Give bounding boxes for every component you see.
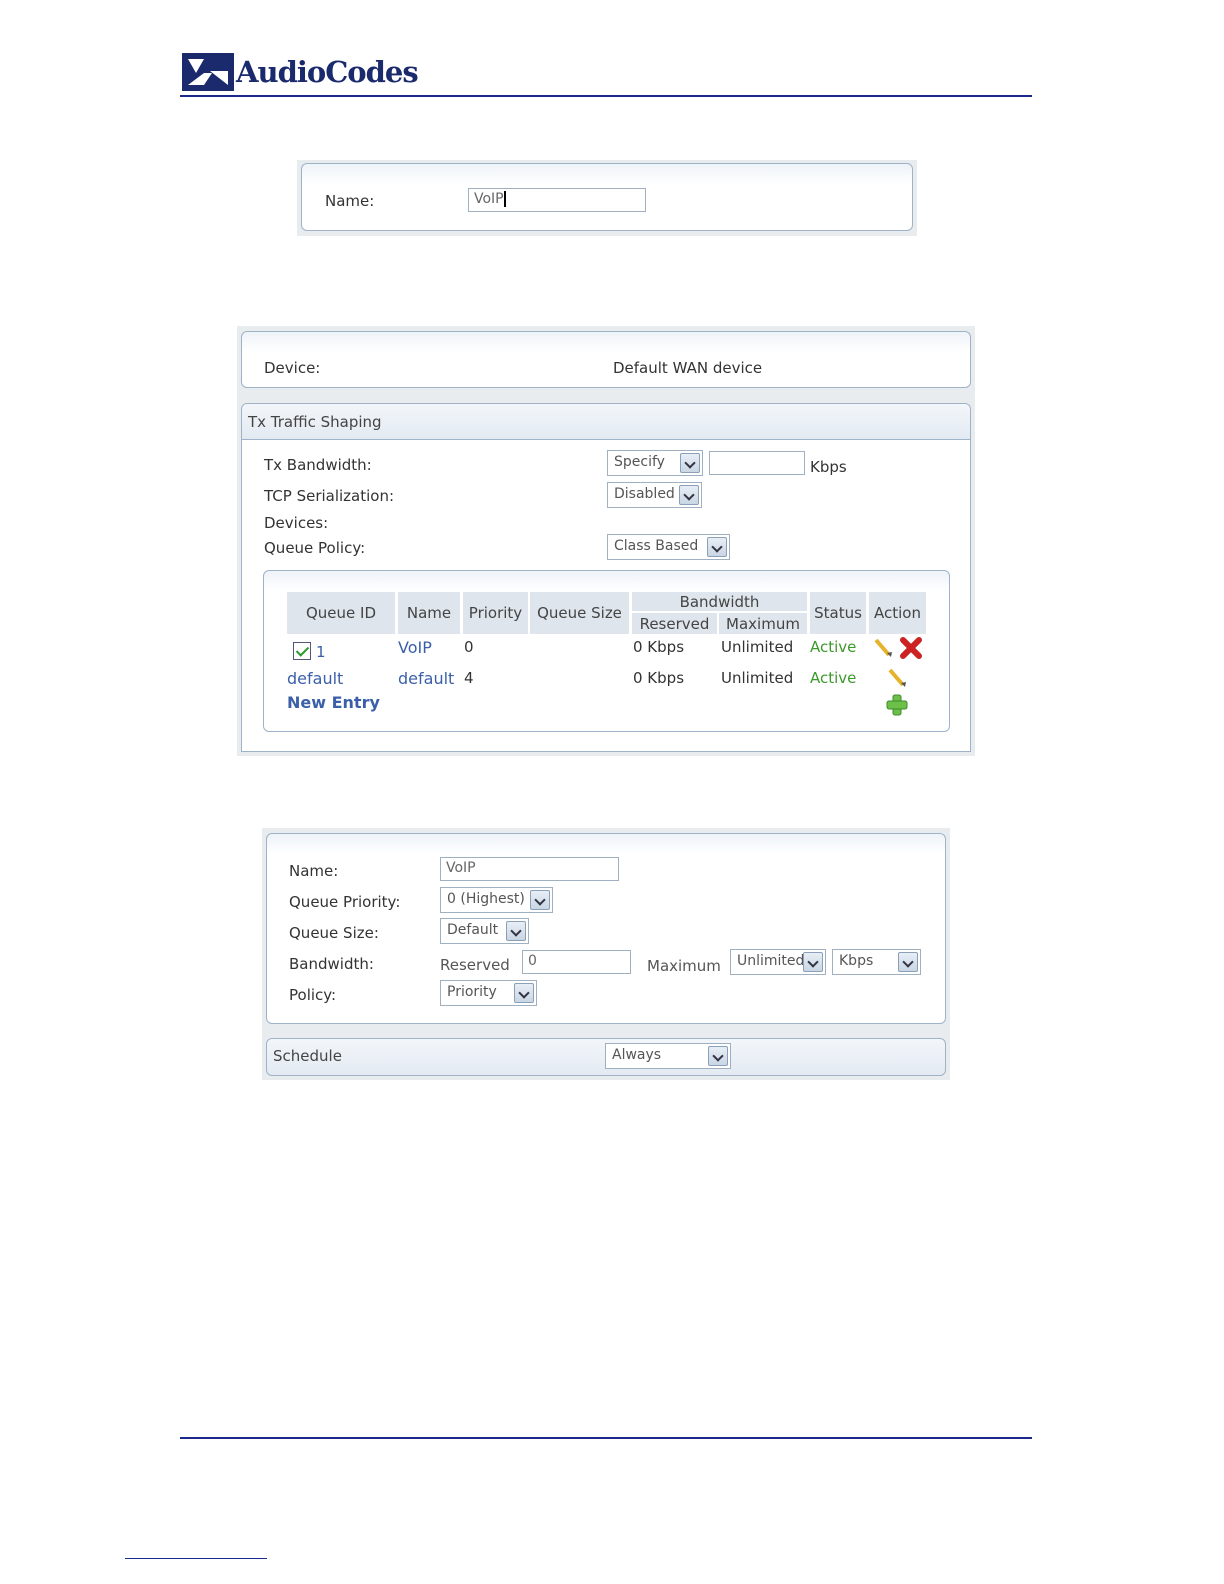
queue-name-input[interactable]: VoIP xyxy=(440,857,619,881)
schedule-label: Schedule xyxy=(273,1047,342,1065)
chevron-down-icon xyxy=(514,983,534,1003)
add-plus-icon[interactable] xyxy=(885,693,909,717)
tx-bandwidth-select-value: Specify xyxy=(614,454,665,470)
queue-priority-select-value: 0 (Highest) xyxy=(447,891,525,907)
row-priority: 4 xyxy=(464,669,474,687)
schedule-select-value: Always xyxy=(612,1047,662,1063)
queue-settings-panel: Name: VoIP Queue Priority: 0 (Highest) Q… xyxy=(266,833,946,1024)
header-name: Name xyxy=(398,592,460,634)
chevron-down-icon xyxy=(803,952,823,972)
company-name: AudioCodes xyxy=(236,55,419,89)
device-value: Default WAN device xyxy=(613,359,763,377)
company-logo: AudioCodes xyxy=(182,52,419,92)
row-queue-id[interactable]: default xyxy=(287,669,343,688)
row-maximum: Unlimited xyxy=(721,669,794,687)
row-status: Active xyxy=(810,669,857,687)
row-priority: 0 xyxy=(464,638,474,656)
queue-size-label: Queue Size: xyxy=(289,924,379,942)
row-name[interactable]: default xyxy=(398,669,454,688)
footnote-rule xyxy=(125,1558,267,1559)
bandwidth-unit-select-value: Kbps xyxy=(839,953,874,969)
devices-label: Devices: xyxy=(264,514,329,532)
audiocodes-logo-icon xyxy=(182,53,234,91)
chevron-down-icon xyxy=(707,537,727,557)
edit-pencil-icon[interactable] xyxy=(872,637,894,659)
tcp-serialization-select-value: Disabled xyxy=(614,486,675,502)
reserved-input[interactable]: 0 xyxy=(522,950,631,974)
bandwidth-label: Bandwidth: xyxy=(289,955,374,973)
new-entry-link[interactable]: New Entry xyxy=(287,693,380,712)
header-bandwidth: Bandwidth xyxy=(632,592,807,611)
policy-select-value: Priority xyxy=(447,984,497,1000)
header-rule xyxy=(180,95,1032,97)
row-status: Active xyxy=(810,638,857,656)
queue-priority-label: Queue Priority: xyxy=(289,893,401,911)
bandwidth-unit-select[interactable]: Kbps xyxy=(832,949,921,975)
device-panel: Device: Default WAN device xyxy=(241,331,971,388)
name-screenshot: Name: VoIP xyxy=(297,160,917,236)
row-queue-id[interactable]: 1 xyxy=(316,643,326,661)
text-caret xyxy=(503,191,506,207)
queue-priority-select[interactable]: 0 (Highest) xyxy=(440,887,553,913)
reserved-label: Reserved xyxy=(440,956,510,974)
row-name[interactable]: VoIP xyxy=(398,638,432,657)
chevron-down-icon xyxy=(530,890,550,910)
row-maximum: Unlimited xyxy=(721,638,794,656)
maximum-label: Maximum xyxy=(647,957,721,975)
device-label: Device: xyxy=(264,359,321,377)
name-input[interactable]: VoIP xyxy=(468,188,646,212)
maximum-select-value: Unlimited xyxy=(737,953,805,969)
queue-policy-label: Queue Policy: xyxy=(264,539,366,557)
tx-bandwidth-select[interactable]: Specify xyxy=(607,450,703,476)
queue-size-select[interactable]: Default xyxy=(440,918,529,944)
chevron-down-icon xyxy=(680,453,700,473)
queue-policy-select[interactable]: Class Based xyxy=(607,534,730,560)
row-reserved: 0 Kbps xyxy=(633,638,685,656)
row-reserved: 0 Kbps xyxy=(633,669,685,687)
tcp-serialization-label: TCP Serialization: xyxy=(264,487,395,505)
queue-policy-select-value: Class Based xyxy=(614,538,699,554)
queue-name-label: Name: xyxy=(289,862,339,880)
tx-bandwidth-label: Tx Bandwidth: xyxy=(264,456,372,474)
chevron-down-icon xyxy=(506,921,526,941)
queue-settings-screenshot: Name: VoIP Queue Priority: 0 (Highest) Q… xyxy=(262,828,950,1080)
footer-rule xyxy=(180,1437,1032,1439)
chevron-down-icon xyxy=(708,1046,728,1066)
name-label: Name: xyxy=(325,192,375,210)
queue-size-select-value: Default xyxy=(447,922,499,938)
header-action: Action xyxy=(869,592,926,634)
edit-pencil-icon[interactable] xyxy=(886,667,908,689)
schedule-panel: Schedule Always xyxy=(266,1038,946,1076)
policy-select[interactable]: Priority xyxy=(440,980,537,1006)
tx-bandwidth-input[interactable] xyxy=(709,451,805,475)
maximum-select[interactable]: Unlimited xyxy=(730,949,826,975)
row-checkbox[interactable] xyxy=(293,642,311,660)
traffic-shaping-screenshot: Device: Default WAN device Tx Traffic Sh… xyxy=(237,326,975,756)
header-reserved: Reserved xyxy=(632,613,717,634)
header-maximum: Maximum xyxy=(719,613,807,634)
chevron-down-icon xyxy=(679,485,699,505)
tcp-serialization-select[interactable]: Disabled xyxy=(607,482,702,508)
section-title: Tx Traffic Shaping xyxy=(248,413,382,431)
name-input-value: VoIP xyxy=(474,191,504,207)
tx-bandwidth-unit: Kbps xyxy=(810,458,847,476)
policy-label: Policy: xyxy=(289,986,337,1004)
section-header: Tx Traffic Shaping xyxy=(242,404,970,440)
chevron-down-icon xyxy=(898,952,918,972)
tx-traffic-shaping-panel: Tx Traffic Shaping Tx Bandwidth: Specify… xyxy=(241,403,971,752)
header-queue-id: Queue ID xyxy=(287,592,395,634)
delete-x-icon[interactable] xyxy=(899,636,923,660)
queue-table-panel: Queue ID Name Priority Queue Size Bandwi… xyxy=(263,570,950,732)
header-queue-size: Queue Size xyxy=(530,592,629,634)
header-status: Status xyxy=(810,592,866,634)
schedule-select[interactable]: Always xyxy=(605,1043,731,1069)
header-priority: Priority xyxy=(463,592,528,634)
